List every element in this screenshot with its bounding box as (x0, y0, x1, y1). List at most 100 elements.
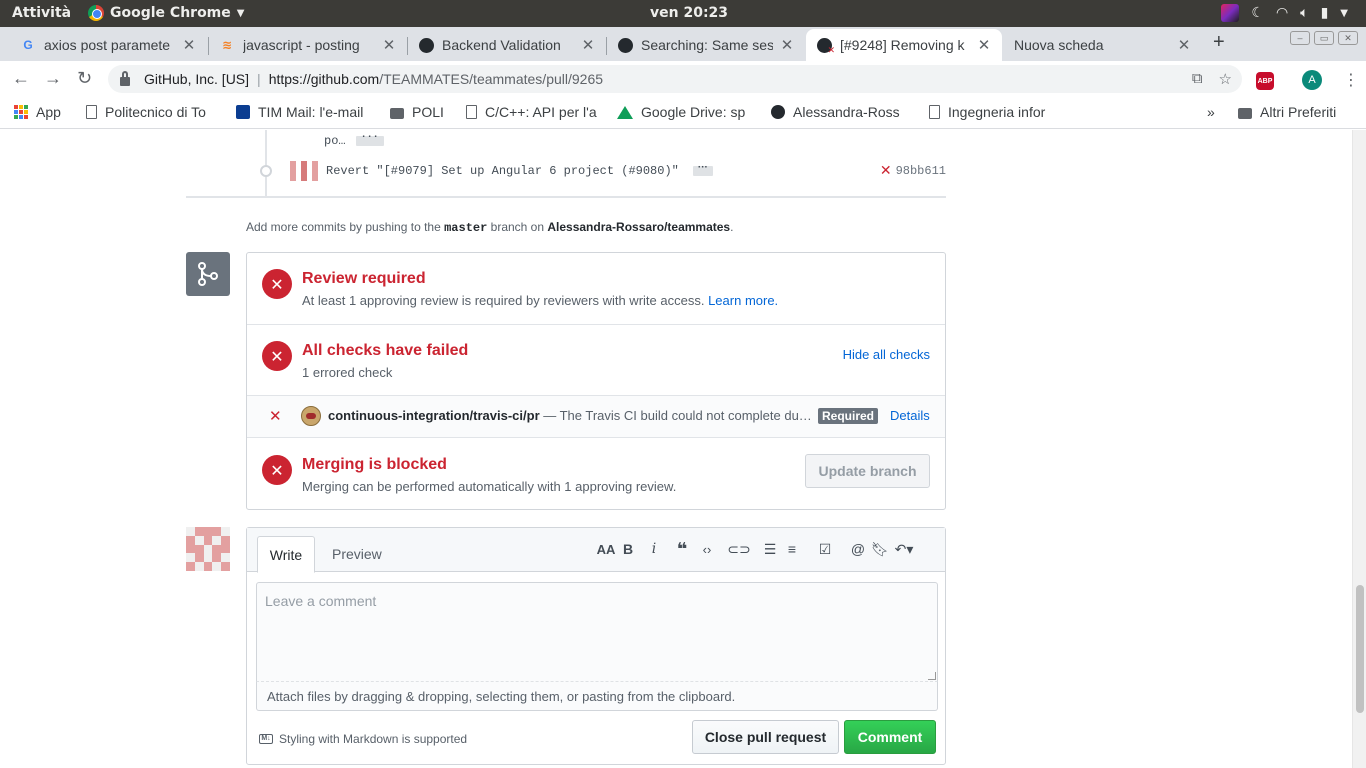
add-more-commits-note: Add more commits by pushing to the maste… (246, 220, 733, 235)
quote-icon[interactable]: ❝ (669, 539, 695, 559)
close-tab-icon[interactable]: ✕ (381, 36, 397, 54)
browser-tab[interactable]: Searching: Same ses ✕ (607, 29, 805, 61)
close-tab-icon[interactable]: ✕ (1176, 36, 1192, 54)
url-host[interactable]: https://github.com (269, 71, 380, 87)
close-tab-icon[interactable]: ✕ (181, 36, 197, 54)
details-link[interactable]: Details (890, 408, 930, 423)
expand-commit-button[interactable]: ··· (355, 133, 384, 146)
heading-icon[interactable]: AA (595, 540, 617, 558)
close-window-button[interactable]: ✕ (1338, 31, 1358, 45)
volume-icon[interactable]: 🔈︎ (1300, 5, 1308, 21)
comment-form: Write Preview AA B i ❝ ‹› ⊂⊃ ☰ ≡ ☑ @ 🔖︎ … (246, 527, 946, 765)
wifi-icon[interactable]: ◠ (1276, 5, 1288, 21)
reload-icon[interactable]: ↻ (77, 68, 92, 89)
bookmark-label: Google Drive: sp (641, 104, 746, 120)
travis-ci-icon (301, 406, 321, 426)
bookmark-item[interactable]: Politecnico di To (86, 104, 220, 120)
bookmark-item[interactable]: App (14, 104, 61, 120)
bookmark-item[interactable]: Ingegneria infor (929, 104, 1063, 120)
commit-item: Revert "[#9079] Set up Angular 6 project… (258, 160, 946, 182)
night-light-icon[interactable]: ☾ (1251, 5, 1264, 21)
comment-tabs-header: Write Preview AA B i ❝ ‹› ⊂⊃ ☰ ≡ ☑ @ 🔖︎ … (247, 528, 945, 573)
scrollbar-thumb[interactable] (1356, 585, 1364, 713)
bookmark-item[interactable]: Alessandra-Ross (771, 104, 909, 120)
profile-avatar[interactable]: A (1302, 70, 1322, 90)
close-pull-request-button[interactable]: Close pull request (692, 720, 839, 754)
resize-handle[interactable] (928, 672, 936, 680)
tab-write[interactable]: Write (257, 536, 315, 573)
page-scrollbar[interactable] (1352, 130, 1366, 768)
bookmark-label: App (36, 104, 61, 120)
bookmark-item[interactable]: Google Drive: sp (617, 104, 755, 120)
comment-textarea[interactable]: Leave a comment (256, 582, 938, 682)
page-icon (929, 105, 940, 119)
markdown-icon[interactable]: M↓ (259, 734, 273, 744)
close-tab-icon[interactable]: ✕ (580, 36, 596, 54)
note-text: . (730, 220, 734, 234)
back-icon[interactable]: ← (12, 68, 30, 89)
bookmark-item[interactable]: Altri Preferiti (1238, 104, 1336, 120)
maximize-button[interactable]: ▭ (1314, 31, 1334, 45)
site-identity[interactable]: GitHub, Inc. [US] (144, 71, 249, 87)
app-menu[interactable]: Google Chrome ▼ (88, 5, 244, 21)
close-tab-icon[interactable]: ✕ (779, 36, 795, 54)
bookmark-label: TIM Mail: l'e-mail (258, 104, 364, 120)
browser-tab[interactable]: ≋ javascript - posting ✕ (209, 29, 407, 61)
browser-tab-active[interactable]: ✕ [#9248] Removing k ✕ (806, 29, 1002, 61)
learn-more-link[interactable]: Learn more. (708, 293, 778, 308)
update-branch-button[interactable]: Update branch (805, 454, 930, 488)
commit-message[interactable]: po… (324, 134, 346, 148)
lock-icon[interactable] (120, 70, 130, 86)
commit-status: ✕ 98bb611 (880, 163, 946, 179)
reference-icon[interactable]: 🔖︎ (869, 540, 891, 558)
comment-submit-button[interactable]: Comment (844, 720, 936, 754)
close-tab-icon[interactable]: ✕ (976, 36, 992, 54)
link-icon[interactable]: ⊂⊃ (719, 540, 759, 558)
commit-item-truncated: po… ··· (324, 133, 384, 148)
unordered-list-icon[interactable]: ☰ (759, 540, 781, 558)
avatar[interactable] (290, 161, 318, 181)
bookmarks-overflow-button[interactable]: » (1207, 104, 1215, 120)
italic-icon[interactable]: i (639, 540, 669, 558)
translate-icon[interactable]: ⧉ (1192, 70, 1203, 88)
mention-icon[interactable]: @ (847, 540, 869, 558)
system-tray[interactable]: ☾ ◠ 🔈︎ ▮ ▼ (1221, 4, 1348, 22)
expand-commit-button[interactable]: ··· (692, 163, 713, 176)
browser-tab[interactable]: Backend Validation ✕ (408, 29, 606, 61)
bookmark-item[interactable]: POLI (390, 104, 444, 120)
tab-preview[interactable]: Preview (332, 546, 382, 562)
browser-tab[interactable]: Nuova scheda ✕ (1004, 29, 1202, 61)
commit-sha[interactable]: 98bb611 (896, 164, 946, 178)
ordered-list-icon[interactable]: ≡ (781, 540, 803, 558)
battery-icon[interactable]: ▮ (1321, 5, 1329, 21)
markdown-toolbar: AA B i ❝ ‹› ⊂⊃ ☰ ≡ ☑ @ 🔖︎ ↶▾ (595, 539, 917, 559)
bookmark-item[interactable]: TIM Mail: l'e-mail (236, 104, 373, 120)
saved-replies-icon[interactable]: ↶▾ (891, 540, 917, 558)
task-list-icon[interactable]: ☑ (803, 540, 847, 558)
new-tab-button[interactable]: + (1213, 31, 1225, 54)
browser-tab[interactable]: G axios post paramete ✕ (10, 29, 207, 61)
address-bar[interactable]: GitHub, Inc. [US] | https://github.com /… (108, 65, 1242, 93)
failed-status-icon: ✕ (262, 269, 292, 299)
minimize-button[interactable]: – (1290, 31, 1310, 45)
hide-all-checks-link[interactable]: Hide all checks (843, 347, 930, 362)
file-attach-area[interactable]: Attach files by dragging & dropping, sel… (256, 681, 938, 711)
review-required-description: At least 1 approving review is required … (302, 293, 778, 308)
bold-icon[interactable]: B (617, 540, 639, 558)
adblock-plus-icon[interactable]: ABP (1256, 72, 1274, 90)
code-icon[interactable]: ‹› (695, 540, 719, 558)
bookmark-item[interactable]: C/C++: API per l'a (466, 104, 602, 120)
bookmark-star-icon[interactable]: ☆ (1219, 70, 1232, 88)
markdown-note-text[interactable]: Styling with Markdown is supported (279, 732, 467, 746)
activities-button[interactable]: Attività (12, 5, 71, 21)
clock[interactable]: ven 20:23 (650, 5, 728, 21)
avatar[interactable] (186, 527, 230, 571)
forward-icon[interactable]: → (44, 68, 62, 89)
app-indicator-icon[interactable] (1221, 4, 1240, 22)
google-icon: G (23, 38, 33, 52)
chevron-down-icon[interactable]: ▼ (1340, 8, 1348, 19)
commit-message[interactable]: Revert "[#9079] Set up Angular 6 project… (326, 164, 679, 178)
url-path[interactable]: /TEAMMATES/teammates/pull/9265 (379, 71, 603, 87)
chrome-menu-icon[interactable]: ⋮ (1343, 70, 1359, 90)
failed-status-icon[interactable]: ✕ (880, 163, 892, 179)
